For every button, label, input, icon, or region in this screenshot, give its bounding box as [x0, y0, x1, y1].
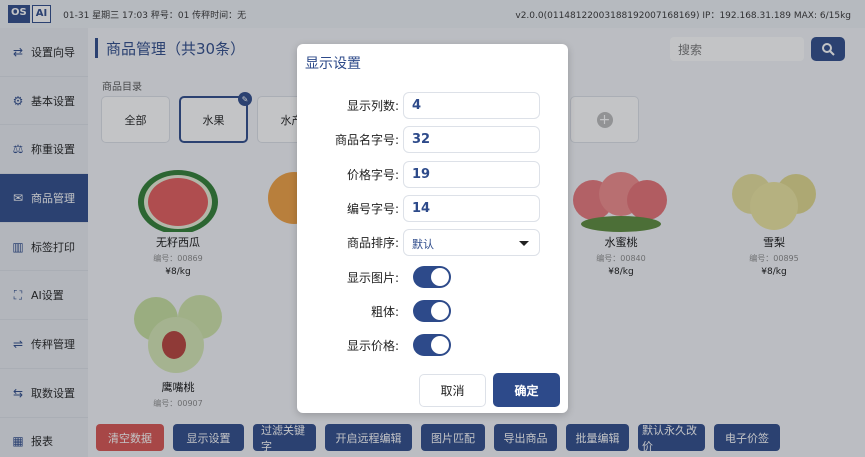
code-size-input[interactable]: 14 — [403, 195, 540, 222]
confirm-button[interactable]: 确定 — [493, 373, 560, 407]
sort-selected-value: 默认 — [412, 238, 434, 251]
toggle-knob — [431, 268, 449, 286]
code-size-label: 编号字号: — [346, 202, 399, 216]
bold-toggle[interactable] — [413, 300, 451, 322]
show-image-row: 显示图片: — [297, 264, 568, 291]
code-size-row: 编号字号: 14 — [297, 195, 568, 222]
bold-label: 粗体: — [370, 305, 399, 319]
toggle-knob — [431, 336, 449, 354]
columns-label: 显示列数: — [346, 99, 399, 113]
show-image-toggle[interactable] — [413, 266, 451, 288]
name-size-label: 商品名字号: — [334, 133, 399, 147]
show-price-toggle[interactable] — [413, 334, 451, 356]
sort-row: 商品排序: 默认 — [297, 229, 568, 256]
price-size-input[interactable]: 19 — [403, 161, 540, 188]
show-price-row: 显示价格: — [297, 332, 568, 359]
toggle-knob — [431, 302, 449, 320]
dropdown-arrow-icon — [519, 241, 529, 246]
display-settings-dialog: 显示设置 显示列数: 4 商品名字号: 32 价格字号: 19 编号字号: 14… — [297, 44, 568, 413]
columns-row: 显示列数: 4 — [297, 92, 568, 119]
name-size-input[interactable]: 32 — [403, 126, 540, 153]
price-size-label: 价格字号: — [346, 168, 399, 182]
cancel-button[interactable]: 取消 — [419, 374, 486, 407]
price-size-row: 价格字号: 19 — [297, 161, 568, 188]
bold-row: 粗体: — [297, 298, 568, 325]
columns-input[interactable]: 4 — [403, 92, 540, 119]
sort-select[interactable]: 默认 — [403, 229, 540, 256]
dialog-title: 显示设置 — [305, 56, 361, 72]
show-price-label: 显示价格: — [346, 339, 399, 353]
name-size-row: 商品名字号: 32 — [297, 126, 568, 153]
show-image-label: 显示图片: — [346, 271, 399, 285]
sort-label: 商品排序: — [346, 236, 399, 250]
